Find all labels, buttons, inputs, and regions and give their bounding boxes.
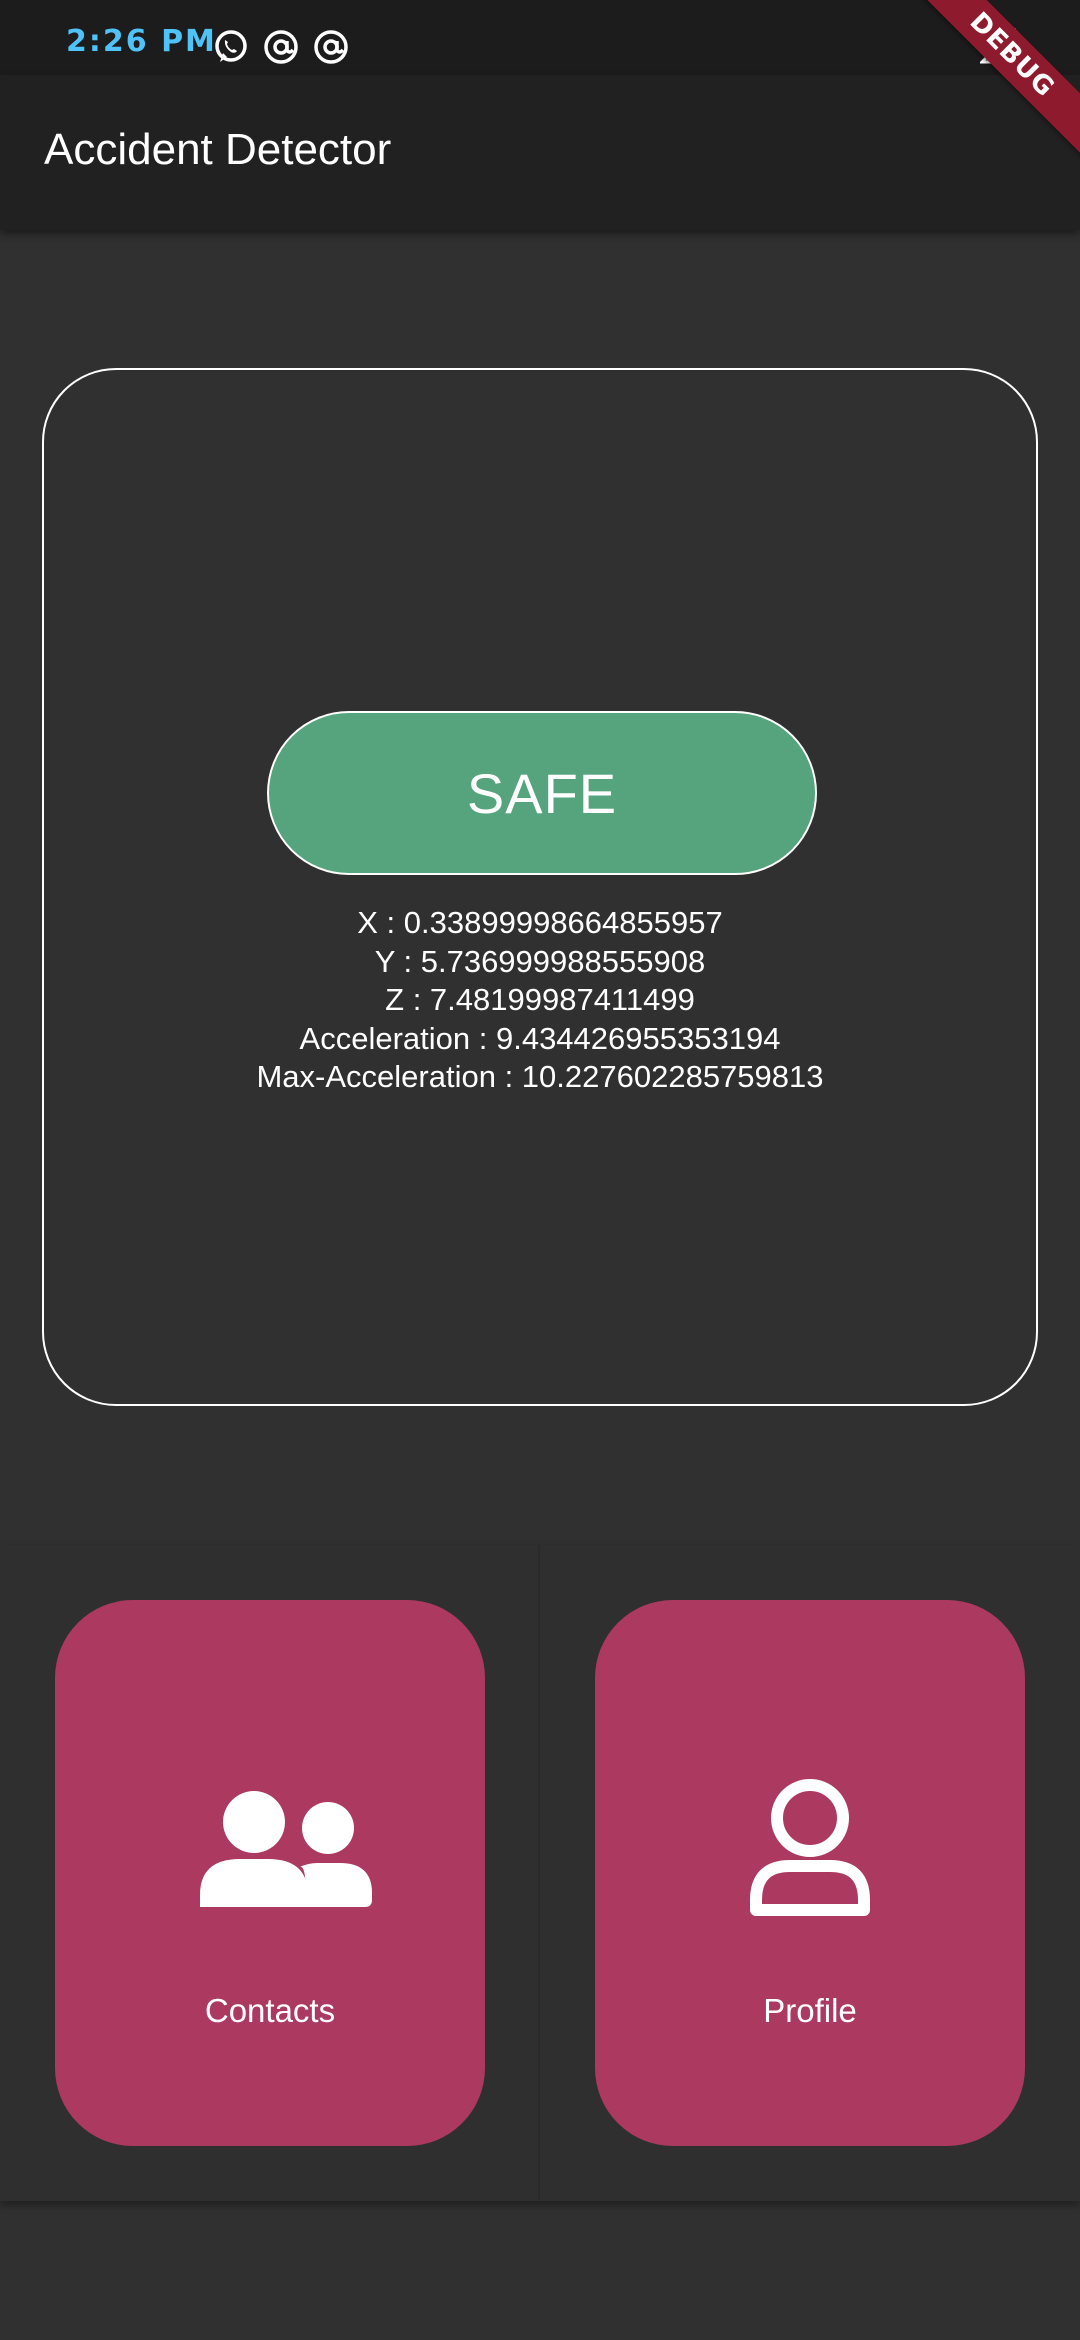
at-sign-icon-2 (314, 30, 348, 64)
status-time: 2:26 PM (66, 24, 217, 59)
safe-status-button[interactable]: SAFE (267, 711, 817, 875)
reading-x: X : 0.33899998664855957 (357, 905, 723, 940)
app-screen: 2:26 PM 53 Accident Detector DEBUG SAFE (0, 0, 1080, 2340)
reading-max-acceleration: Max-Acceleration : 10.227602285759813 (256, 1059, 824, 1094)
bottom-panel: Contacts Profile (0, 1545, 1080, 2201)
user-icon (750, 1779, 870, 1916)
sensor-readings: X : 0.33899998664855957 Y : 5.7369999885… (44, 904, 1036, 1097)
contacts-label: Contacts (204, 1992, 336, 2029)
contacts-tile[interactable]: Contacts (55, 1600, 485, 2146)
panel-divider (538, 1545, 540, 2201)
at-sign-icon (264, 30, 298, 64)
whatsapp-icon (215, 30, 247, 62)
profile-tile[interactable]: Profile (595, 1600, 1025, 2146)
status-bar: 2:26 PM 53 (0, 0, 1080, 75)
monitor-card: SAFE X : 0.33899998664855957 Y : 5.73699… (42, 368, 1038, 1406)
app-title: Accident Detector (44, 125, 392, 174)
reading-z: Z : 7.48199987411499 (385, 982, 695, 1017)
profile-label: Profile (763, 1992, 857, 2029)
reading-y: Y : 5.736999988555908 (374, 943, 706, 979)
reading-acceleration: Acceleration : 9.434426955353194 (299, 1020, 781, 1056)
app-bar: Accident Detector (0, 75, 1080, 230)
users-icon (200, 1791, 372, 1907)
